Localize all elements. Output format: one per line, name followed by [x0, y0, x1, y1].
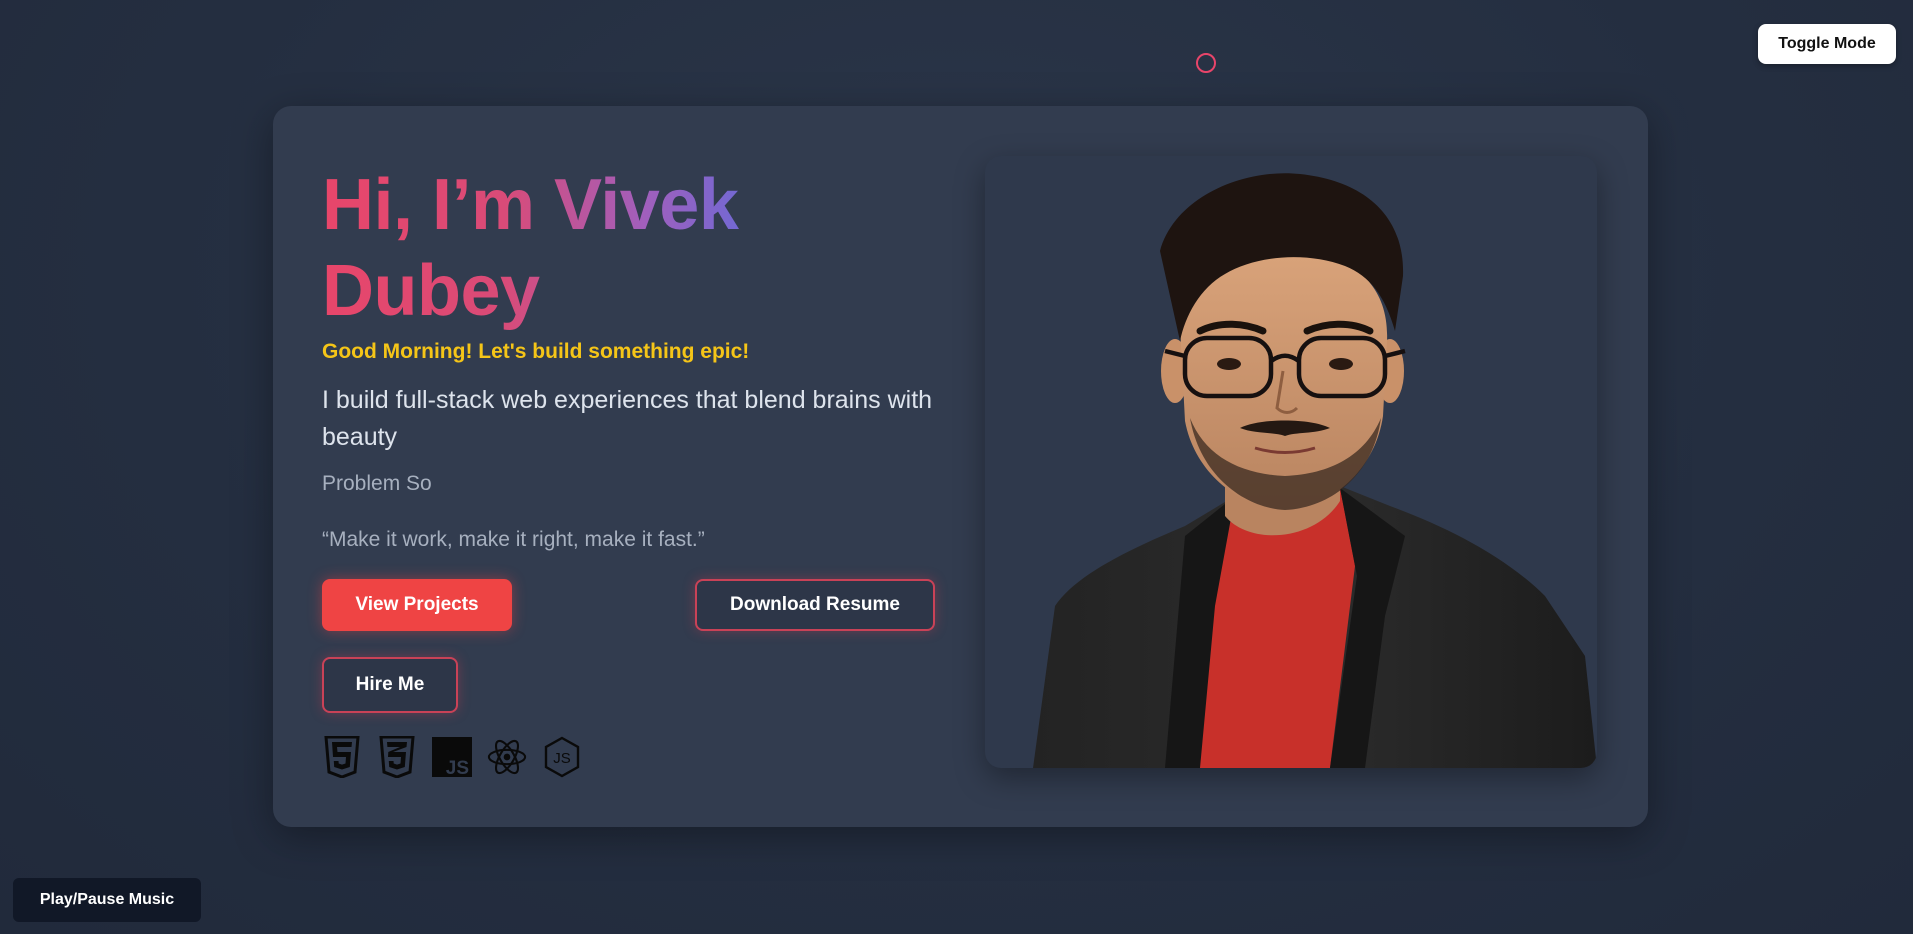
hero-card: Hi, I’m Vivek Dubey Good Morning! Let's … — [273, 106, 1648, 827]
download-resume-button[interactable]: Download Resume — [695, 579, 935, 631]
cursor-ring — [1196, 53, 1216, 73]
typing-role-text: Problem So — [322, 472, 432, 495]
view-projects-button[interactable]: View Projects — [322, 579, 512, 631]
javascript-icon: JS — [432, 736, 472, 778]
css3-icon — [377, 736, 417, 778]
hero-title: Hi, I’m Vivek Dubey — [322, 162, 842, 334]
tech-icons: JS JS — [322, 736, 582, 778]
svg-text:JS: JS — [553, 750, 571, 767]
greeting-text: Good Morning! Let's build something epic… — [322, 340, 750, 363]
nodejs-icon: JS — [542, 736, 582, 778]
tagline-text: I build full-stack web experiences that … — [322, 386, 933, 451]
quote-text: “Make it work, make it right, make it fa… — [322, 528, 705, 551]
svg-text:JS: JS — [446, 758, 469, 777]
react-icon — [487, 736, 527, 778]
html5-icon — [322, 736, 362, 778]
toggle-mode-button[interactable]: Toggle Mode — [1758, 24, 1896, 64]
play-pause-music-button[interactable]: Play/Pause Music — [13, 878, 201, 922]
profile-portrait — [985, 156, 1597, 768]
hire-me-button[interactable]: Hire Me — [322, 657, 458, 713]
